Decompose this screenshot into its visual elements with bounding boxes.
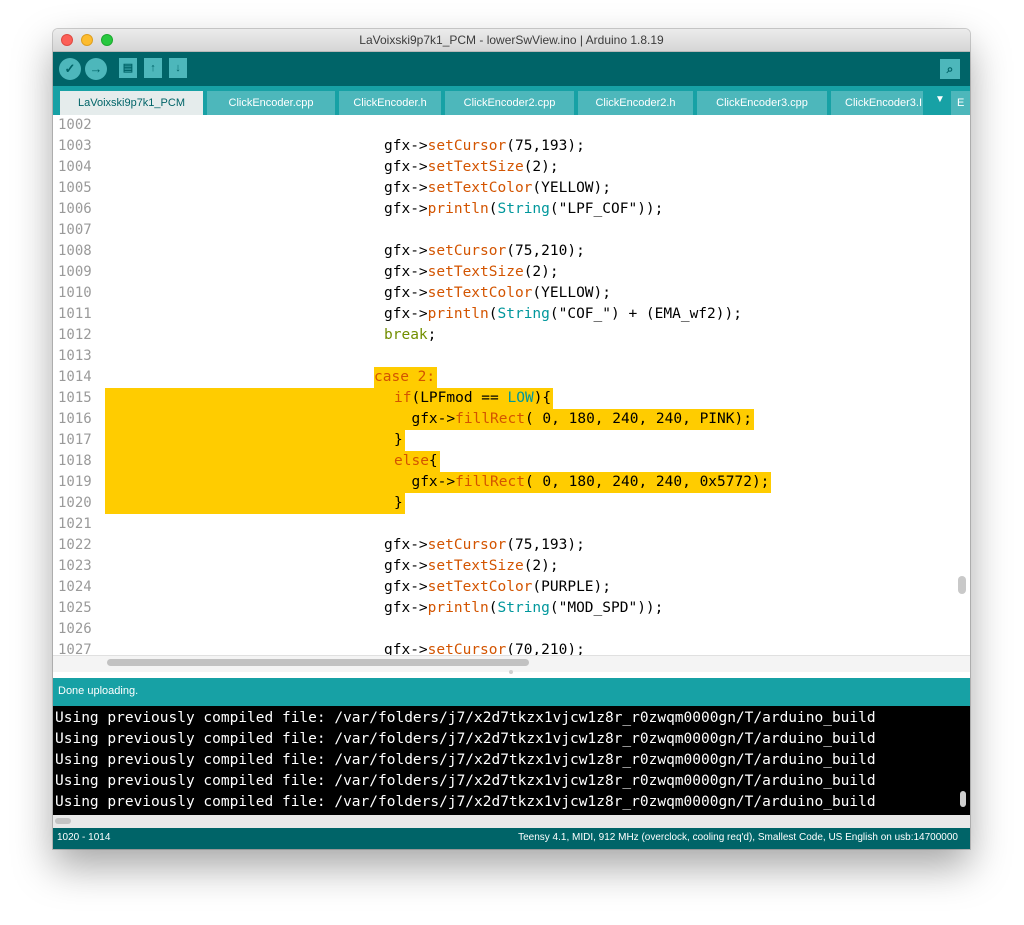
line-number: 1019 — [58, 474, 92, 490]
pane-splitter-handle[interactable] — [509, 670, 513, 674]
code-line: gfx->setCursor(70,210); — [384, 642, 585, 655]
line-number: 1022 — [58, 537, 92, 553]
status-message: Done uploading. — [58, 685, 139, 697]
magnifier-icon: ⌕ — [946, 62, 954, 76]
line-number: 1018 — [58, 453, 92, 469]
tab-menu-icon[interactable]: ▼ — [935, 94, 945, 105]
code-line-selected: } — [394, 430, 405, 451]
code-line-selected: case 2: — [374, 367, 438, 388]
code-line: gfx->setCursor(75,193); — [384, 138, 585, 154]
board-info: Teensy 4.1, MIDI, 912 MHz (overclock, co… — [518, 832, 958, 843]
tab-clickencoder3-h[interactable]: ClickEncoder3.I — [831, 91, 923, 115]
title-bar[interactable]: LaVoixski9p7k1_PCM - lowerSwView.ino | A… — [53, 29, 970, 52]
code-line: gfx->setTextColor(YELLOW); — [384, 180, 611, 196]
tab-bar: LaVoixski9p7k1_PCM ClickEncoder.cpp Clic… — [53, 86, 970, 115]
code-line: break; — [384, 327, 437, 343]
line-number: 1005 — [58, 180, 92, 196]
arrow-down-icon: ↓ — [175, 62, 181, 74]
check-icon: ✓ — [64, 61, 76, 76]
footer-bar: 1020 - 1014 Teensy 4.1, MIDI, 912 MHz (o… — [53, 828, 970, 849]
selection-highlight — [105, 430, 394, 451]
code-line: gfx->setTextSize(2); — [384, 159, 559, 175]
code-line-selected: gfx->fillRect( 0, 180, 240, 240, 0x5772)… — [394, 472, 772, 493]
line-number: 1016 — [58, 411, 92, 427]
code-line: gfx->setTextSize(2); — [384, 558, 559, 574]
code-line: gfx->setTextColor(PURPLE); — [384, 579, 611, 595]
line-number: 1020 — [58, 495, 92, 511]
line-number: 1017 — [58, 432, 92, 448]
tab-clickencoder2-h[interactable]: ClickEncoder2.h — [578, 91, 693, 115]
console-vertical-scrollbar[interactable] — [960, 791, 966, 807]
console-horizontal-scrollbar[interactable] — [55, 818, 71, 824]
selection-highlight — [105, 388, 394, 409]
tab-clickencoder3-cpp[interactable]: ClickEncoder3.cpp — [697, 91, 827, 115]
console-horizontal-scrollbar-track[interactable] — [53, 815, 970, 828]
selection-highlight — [105, 493, 394, 514]
tab-clickencoder-h[interactable]: ClickEncoder.h — [339, 91, 441, 115]
selection-highlight — [105, 409, 394, 430]
serial-monitor-button[interactable]: ⌕ — [940, 59, 960, 79]
line-number: 1021 — [58, 516, 92, 532]
line-number: 1009 — [58, 264, 92, 280]
line-number: 1008 — [58, 243, 92, 259]
line-number: 1025 — [58, 600, 92, 616]
line-number: 1007 — [58, 222, 92, 238]
line-number: 1006 — [58, 201, 92, 217]
selected-lines-indicator: 1020 - 1014 — [57, 832, 111, 843]
code-line: gfx->setTextSize(2); — [384, 264, 559, 280]
code-line: gfx->println(String("MOD_SPD")); — [384, 600, 664, 616]
code-line: gfx->setCursor(75,193); — [384, 537, 585, 553]
tab-clickencoder2-cpp[interactable]: ClickEncoder2.cpp — [445, 91, 574, 115]
open-sketch-button[interactable]: ↑ — [144, 58, 162, 78]
line-number: 1004 — [58, 159, 92, 175]
tab-main-sketch[interactable]: LaVoixski9p7k1_PCM — [60, 91, 203, 115]
new-sketch-button[interactable]: ▤ — [119, 58, 137, 78]
window-title: LaVoixski9p7k1_PCM - lowerSwView.ino | A… — [359, 33, 664, 47]
console-line: Using previously compiled file: /var/fol… — [55, 710, 876, 726]
code-line-selected: else{ — [394, 451, 440, 472]
line-number: 1014 — [58, 369, 92, 385]
console-line: Using previously compiled file: /var/fol… — [55, 731, 876, 747]
tab-clickencoder-cpp[interactable]: ClickEncoder.cpp — [207, 91, 335, 115]
code-line-selected: } — [394, 493, 405, 514]
console-line: Using previously compiled file: /var/fol… — [55, 752, 876, 768]
console-output[interactable]: Using previously compiled file: /var/fol… — [53, 706, 970, 815]
selection-highlight — [105, 472, 394, 493]
status-bar: Done uploading. — [53, 678, 970, 706]
verify-button[interactable]: ✓ — [59, 58, 81, 80]
arrow-right-icon: → — [89, 61, 103, 76]
arrow-up-icon: ↑ — [150, 62, 156, 74]
line-number: 1023 — [58, 558, 92, 574]
selection-highlight — [105, 451, 394, 472]
editor-vertical-scrollbar[interactable] — [958, 576, 966, 594]
code-line-selected: gfx->fillRect( 0, 180, 240, 240, PINK); — [394, 409, 754, 430]
new-document-icon: ▤ — [122, 62, 134, 74]
code-line: gfx->println(String("COF_") + (EMA_wf2))… — [384, 306, 742, 322]
save-sketch-button[interactable]: ↓ — [169, 58, 187, 78]
line-number: 1024 — [58, 579, 92, 595]
code-line: gfx->println(String("LPF_COF")); — [384, 201, 664, 217]
arduino-ide-window: LaVoixski9p7k1_PCM - lowerSwView.ino | A… — [53, 29, 970, 849]
code-line: gfx->setTextColor(YELLOW); — [384, 285, 611, 301]
toolbar: ✓ → ▤ ↑ ↓ ⌕ — [53, 52, 970, 86]
code-line: gfx->setCursor(75,210); — [384, 243, 585, 259]
line-number: 1015 — [58, 390, 92, 406]
upload-button[interactable]: → — [85, 58, 107, 80]
code-line-selected: if(LPFmod == LOW){ — [394, 388, 554, 409]
line-number: 1011 — [58, 306, 92, 322]
code-editor[interactable]: 1002 1003 1004 1005 1006 1007 1008 1009 … — [53, 115, 970, 655]
console-line: Using previously compiled file: /var/fol… — [55, 773, 876, 789]
line-number: 1003 — [58, 138, 92, 154]
line-number: 1012 — [58, 327, 92, 343]
console-line: Using previously compiled file: /var/fol… — [55, 794, 876, 810]
editor-horizontal-scrollbar[interactable] — [107, 659, 529, 666]
line-number: 1010 — [58, 285, 92, 301]
tab-overflow[interactable]: E — [951, 91, 970, 115]
line-number: 1002 — [58, 117, 92, 133]
line-number: 1013 — [58, 348, 92, 364]
line-number: 1026 — [58, 621, 92, 637]
line-number: 1027 — [58, 642, 92, 655]
